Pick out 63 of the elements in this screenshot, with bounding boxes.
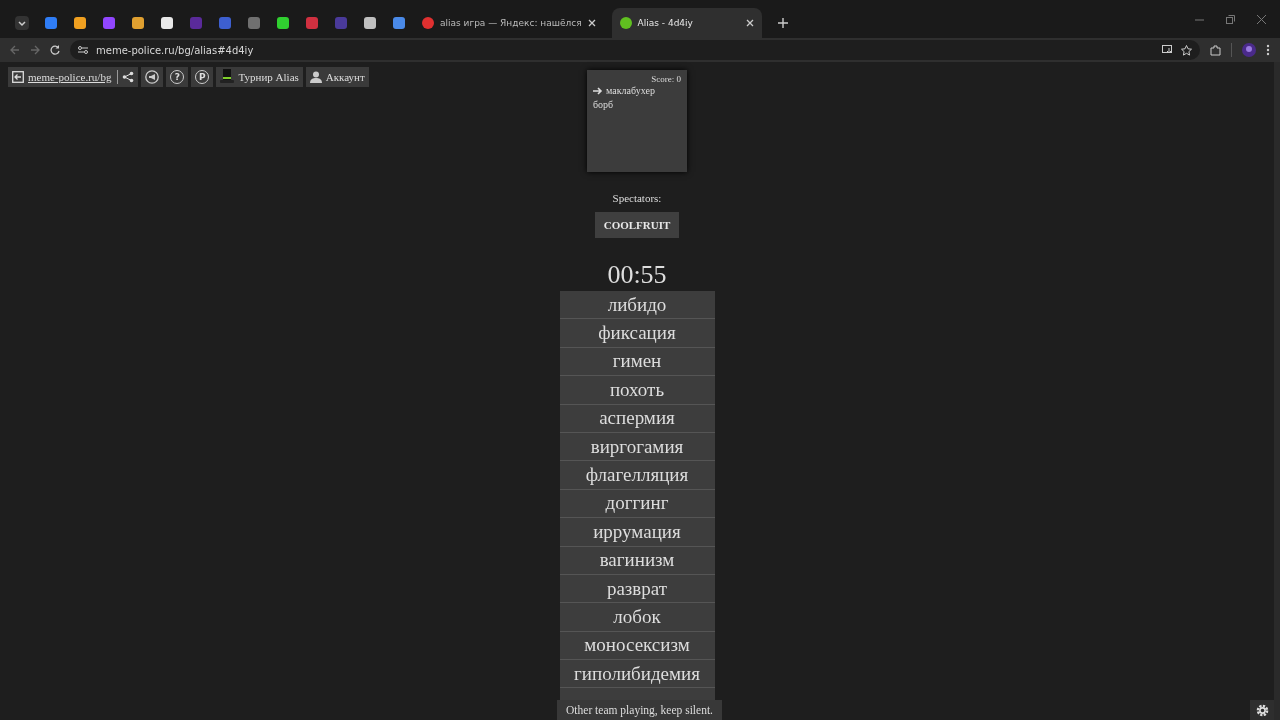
site-icon bbox=[160, 17, 173, 29]
word-row: иррумация bbox=[559, 518, 715, 547]
player-name: маклабухер bbox=[606, 84, 655, 98]
score-label: Score: 0 bbox=[651, 74, 681, 84]
megaphone-icon bbox=[145, 70, 160, 84]
word-row: виргогамия bbox=[559, 432, 715, 462]
site-icon bbox=[218, 17, 231, 29]
player-name: борб bbox=[593, 98, 614, 112]
browser-tab[interactable]: Alias - 4d4iy bbox=[611, 8, 762, 38]
star-icon[interactable] bbox=[1181, 44, 1192, 56]
menu-icon[interactable] bbox=[1266, 44, 1270, 56]
reload-icon[interactable] bbox=[50, 45, 60, 55]
home-link[interactable]: meme-police.ru/bg bbox=[8, 67, 139, 87]
tab-list-icon[interactable] bbox=[14, 16, 29, 30]
spectators-label: Spectators: bbox=[612, 192, 662, 204]
user-icon bbox=[309, 71, 322, 83]
site-icon bbox=[619, 17, 632, 29]
site-icon bbox=[131, 17, 144, 29]
tooltip: Other team playing, keep silent. bbox=[557, 700, 722, 720]
announce-button[interactable] bbox=[141, 67, 164, 87]
new-tab-icon[interactable] bbox=[778, 18, 789, 28]
site-icon bbox=[422, 17, 434, 29]
restore-icon[interactable] bbox=[1226, 14, 1235, 24]
word-row: либидо bbox=[559, 291, 715, 320]
close-icon[interactable] bbox=[587, 19, 596, 27]
site-icon bbox=[189, 17, 202, 29]
site-icon bbox=[305, 17, 318, 29]
site-icon bbox=[392, 17, 405, 29]
share-icon bbox=[122, 71, 135, 83]
tournament-button[interactable]: Турнир Alias bbox=[216, 67, 303, 87]
word-row: вагинизм bbox=[559, 546, 715, 575]
close-icon[interactable] bbox=[745, 19, 754, 27]
info-button[interactable]: ? bbox=[166, 67, 189, 87]
exit-icon bbox=[12, 71, 24, 83]
extensions-icon[interactable] bbox=[1210, 44, 1221, 56]
word-row: фиксация bbox=[559, 319, 715, 348]
site-icon bbox=[102, 17, 115, 29]
word-row: разврат bbox=[559, 574, 715, 604]
site-icon bbox=[363, 17, 376, 29]
spectator-button[interactable]: COOLFRUIT bbox=[594, 212, 680, 238]
info-button[interactable]: P bbox=[191, 67, 214, 87]
site-icon bbox=[276, 17, 289, 29]
address-bar[interactable]: meme-police.ru/bg/alias#4d4iy bbox=[70, 40, 1200, 60]
site-icon bbox=[334, 17, 347, 29]
word-row: гиполибидемия bbox=[559, 660, 715, 689]
timer: 00:55 bbox=[607, 259, 667, 291]
settings-icon[interactable] bbox=[1255, 703, 1269, 717]
word-row: лобок bbox=[559, 603, 715, 632]
site-icon bbox=[73, 17, 86, 29]
word-row: доггинг bbox=[559, 489, 715, 519]
word-row: аспермия bbox=[559, 404, 715, 433]
install-icon[interactable] bbox=[1162, 45, 1173, 55]
browser-tab[interactable]: alias игра — Яндекс: нашёлся bbox=[414, 8, 604, 38]
site-settings-icon[interactable] bbox=[78, 45, 88, 55]
profile-avatar[interactable] bbox=[1242, 43, 1256, 57]
word-row: моносексизм bbox=[559, 631, 715, 661]
word-row: похоть bbox=[559, 376, 715, 405]
word-row: флагелляция bbox=[559, 461, 715, 490]
site-icon bbox=[44, 17, 57, 29]
top-hat-icon bbox=[220, 69, 235, 85]
word-row: гимен bbox=[559, 347, 715, 377]
account-button[interactable]: Аккаунт bbox=[305, 67, 369, 87]
site-icon bbox=[247, 17, 260, 29]
